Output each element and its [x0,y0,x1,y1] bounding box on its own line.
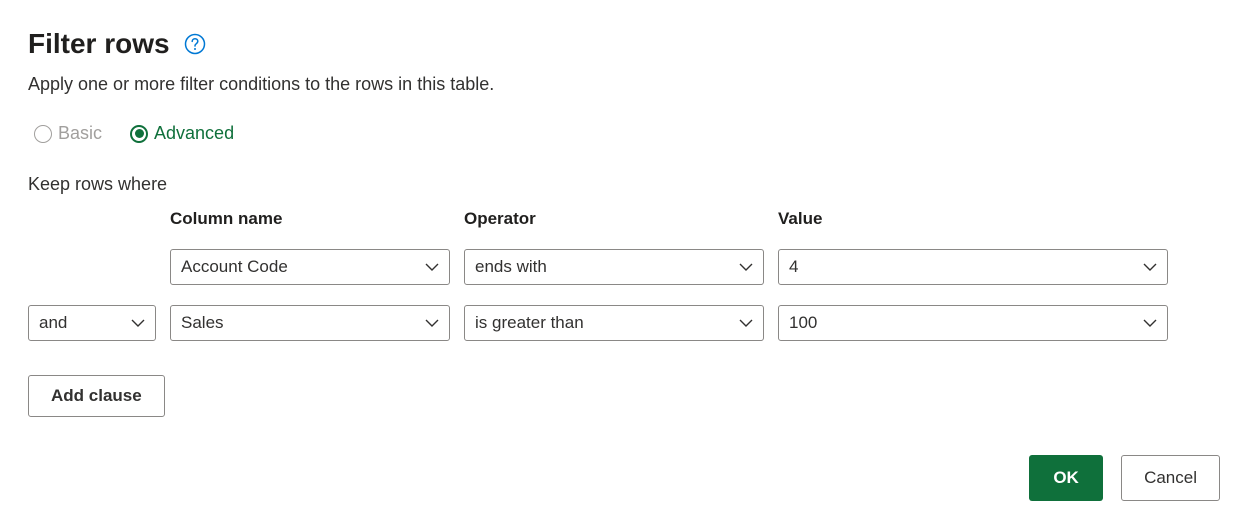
logic-select-value: and [39,313,67,333]
value-select[interactable]: 100 [778,305,1168,341]
chevron-down-icon [1143,319,1157,328]
value-select[interactable]: 4 [778,249,1168,285]
chevron-down-icon [739,319,753,328]
radio-checked-icon [130,125,148,143]
keep-rows-label: Keep rows where [28,174,1222,195]
column-select-value: Sales [181,313,224,333]
column-select-value: Account Code [181,257,288,277]
operator-select[interactable]: is greater than [464,305,764,341]
header-column: Column name [170,209,450,229]
page-title: Filter rows [28,28,170,60]
header-value: Value [778,209,1168,229]
chevron-down-icon [131,319,145,328]
radio-advanced[interactable]: Advanced [130,123,234,144]
value-select-value: 4 [789,257,798,277]
operator-select-value: is greater than [475,313,584,333]
column-select[interactable]: Account Code [170,249,450,285]
operator-select[interactable]: ends with [464,249,764,285]
logic-select[interactable]: and [28,305,156,341]
ok-button[interactable]: OK [1029,455,1103,501]
radio-basic-label: Basic [58,123,102,144]
chevron-down-icon [1143,263,1157,272]
value-select-value: 100 [789,313,817,333]
radio-unchecked-icon [34,125,52,143]
add-clause-button[interactable]: Add clause [28,375,165,417]
help-icon[interactable] [184,33,206,55]
header-operator: Operator [464,209,764,229]
column-select[interactable]: Sales [170,305,450,341]
chevron-down-icon [425,263,439,272]
chevron-down-icon [425,319,439,328]
operator-select-value: ends with [475,257,547,277]
subtitle: Apply one or more filter conditions to t… [28,74,1222,95]
cancel-button[interactable]: Cancel [1121,455,1220,501]
radio-advanced-label: Advanced [154,123,234,144]
radio-basic[interactable]: Basic [34,123,102,144]
chevron-down-icon [739,263,753,272]
